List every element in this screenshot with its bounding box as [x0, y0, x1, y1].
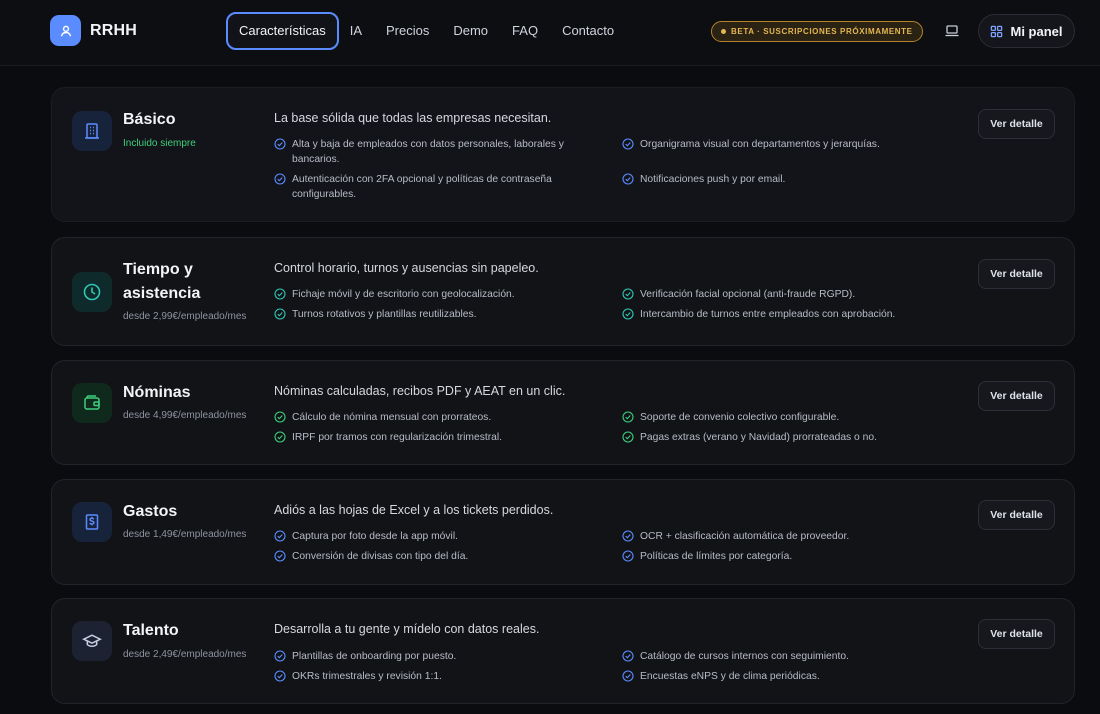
graduation-cap-icon	[72, 621, 112, 661]
module-description: Control horario, turnos y ausencias sin …	[274, 261, 539, 275]
check-circle-icon	[622, 530, 634, 542]
ver-detalle-button[interactable]: Ver detalle	[978, 109, 1055, 139]
check-circle-icon	[274, 288, 286, 300]
brand[interactable]: RRHH	[50, 15, 137, 46]
module-price: desde 1,49€/empleado/mes	[123, 529, 247, 540]
module-title: Talento	[123, 622, 179, 639]
feature-item: Intercambio de turnos entre empleados co…	[622, 307, 932, 322]
feature-item: Catálogo de cursos internos con seguimie…	[622, 649, 932, 664]
feature-item: Conversión de divisas con tipo del día.	[274, 549, 584, 564]
module-price: Incluido siempre	[123, 138, 196, 149]
receipt-dollar-icon	[72, 502, 112, 542]
clock-icon	[72, 272, 112, 312]
feature-item: Soporte de convenio colectivo configurab…	[622, 410, 932, 425]
beta-badge-label: BETA · SUSCRIPCIONES PRÓXIMAMENTE	[731, 27, 913, 36]
nav-ia[interactable]: IA	[350, 12, 362, 50]
feature-item: Políticas de límites por categoría.	[622, 549, 932, 564]
module-price: desde 2,99€/empleado/mes	[123, 311, 247, 322]
check-circle-icon	[622, 650, 634, 662]
laptop-icon[interactable]	[944, 24, 960, 38]
feature-item: Verificación facial opcional (anti-fraud…	[622, 287, 932, 302]
module-description: Desarrolla a tu gente y mídelo con datos…	[274, 622, 540, 636]
feature-item: Autenticación con 2FA opcional y polític…	[274, 172, 584, 202]
feature-item: Turnos rotativos y plantillas reutilizab…	[274, 307, 584, 322]
module-card-talento: Talento desde 2,49€/empleado/mes Desarro…	[51, 598, 1075, 704]
nav-demo[interactable]: Demo	[453, 12, 488, 50]
module-card-tiempo: Tiempo y asistencia desde 2,99€/empleado…	[51, 237, 1075, 346]
feature-item: Cálculo de nómina mensual con prorrateos…	[274, 410, 584, 425]
feature-item: Pagas extras (verano y Navidad) prorrate…	[622, 430, 932, 445]
mi-panel-label: Mi panel	[1010, 23, 1063, 39]
module-title: Básico	[123, 111, 176, 128]
nav-faq[interactable]: FAQ	[512, 12, 538, 50]
ver-detalle-button[interactable]: Ver detalle	[978, 619, 1055, 649]
module-description: Adiós a las hojas de Excel y a los ticke…	[274, 503, 554, 517]
module-price: desde 4,99€/empleado/mes	[123, 410, 247, 421]
check-circle-icon	[274, 530, 286, 542]
feature-item: OCR + clasificación automática de provee…	[622, 529, 932, 544]
check-circle-icon	[622, 431, 634, 443]
building-icon	[72, 111, 112, 151]
check-circle-icon	[274, 550, 286, 562]
top-navbar: RRHH Características IA Precios Demo FAQ…	[0, 0, 1100, 66]
check-circle-icon	[622, 308, 634, 320]
grid-icon	[991, 25, 1003, 37]
feature-item: IRPF por tramos con regularización trime…	[274, 430, 584, 445]
main-nav: Características IA Precios Demo FAQ Cont…	[226, 12, 638, 50]
check-circle-icon	[274, 173, 286, 185]
feature-item: OKRs trimestrales y revisión 1:1.	[274, 669, 584, 684]
check-circle-icon	[622, 411, 634, 423]
ver-detalle-button[interactable]: Ver detalle	[978, 500, 1055, 530]
module-card-basico: Básico Incluido siempre La base sólida q…	[51, 87, 1075, 222]
module-title: Gastos	[123, 503, 178, 520]
module-card-nominas: Nóminas desde 4,99€/empleado/mes Nóminas…	[51, 360, 1075, 465]
feature-item: Organigrama visual con departamentos y j…	[622, 137, 932, 152]
check-circle-icon	[274, 670, 286, 682]
check-circle-icon	[622, 670, 634, 682]
feature-item: Fichaje móvil y de escritorio con geoloc…	[274, 287, 584, 302]
feature-item: Encuestas eNPS y de clima periódicas.	[622, 669, 932, 684]
check-circle-icon	[622, 550, 634, 562]
nav-precios[interactable]: Precios	[386, 12, 429, 50]
ver-detalle-button[interactable]: Ver detalle	[978, 381, 1055, 411]
beta-dot	[721, 29, 726, 34]
check-circle-icon	[274, 411, 286, 423]
feature-item: Notificaciones push y por email.	[622, 172, 932, 187]
module-description: La base sólida que todas las empresas ne…	[274, 111, 552, 125]
feature-item: Plantillas de onboarding por puesto.	[274, 649, 584, 664]
module-description: Nóminas calculadas, recibos PDF y AEAT e…	[274, 384, 566, 398]
check-circle-icon	[274, 650, 286, 662]
feature-item: Alta y baja de empleados con datos perso…	[274, 137, 584, 167]
wallet-icon	[72, 383, 112, 423]
check-circle-icon	[274, 308, 286, 320]
module-price: desde 2,49€/empleado/mes	[123, 649, 247, 660]
user-icon	[50, 15, 81, 46]
module-card-gastos: Gastos desde 1,49€/empleado/mes Adiós a …	[51, 479, 1075, 585]
module-title: Nóminas	[123, 384, 191, 401]
nav-contacto[interactable]: Contacto	[562, 12, 614, 50]
nav-caracteristicas[interactable]: Características	[226, 12, 339, 50]
check-circle-icon	[274, 431, 286, 443]
check-circle-icon	[622, 288, 634, 300]
check-circle-icon	[622, 138, 634, 150]
brand-name: RRHH	[90, 21, 138, 39]
mi-panel-button[interactable]: Mi panel	[978, 14, 1075, 48]
ver-detalle-button[interactable]: Ver detalle	[978, 259, 1055, 289]
feature-item: Captura por foto desde la app móvil.	[274, 529, 584, 544]
beta-badge: BETA · SUSCRIPCIONES PRÓXIMAMENTE	[711, 21, 923, 42]
module-title: Tiempo y asistencia	[123, 261, 201, 302]
check-circle-icon	[274, 138, 286, 150]
check-circle-icon	[622, 173, 634, 185]
